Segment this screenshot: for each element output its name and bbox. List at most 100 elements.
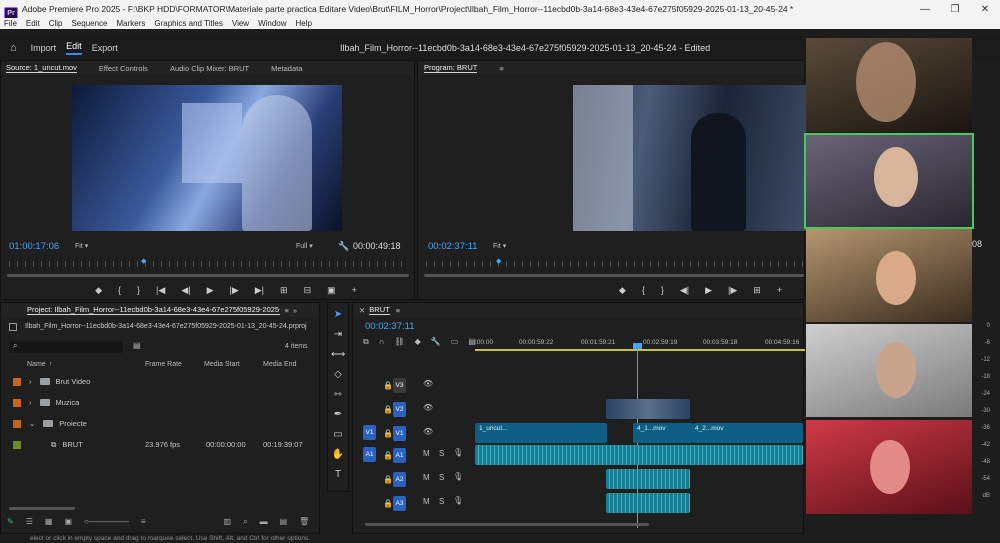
clip-a3[interactable]: [606, 493, 690, 513]
eye-icon[interactable]: 👁: [423, 427, 433, 436]
list-item[interactable]: › Brut Video: [1, 371, 321, 392]
zoom-slider[interactable]: ○—————: [84, 517, 129, 527]
mic-icon[interactable]: 🎙: [453, 448, 463, 457]
source-timecode[interactable]: 01:00:17:06: [9, 241, 59, 252]
type-icon[interactable]: T: [331, 469, 345, 483]
participant-tile-4[interactable]: [806, 324, 972, 417]
source-fit-dropdown[interactable]: Fit ▾: [75, 242, 88, 250]
program-step-forward-icon[interactable]: |▶: [728, 285, 737, 296]
add-marker-icon[interactable]: ◆: [415, 337, 421, 347]
source-video-frame[interactable]: [72, 85, 342, 231]
sort-icon[interactable]: ≡: [141, 517, 146, 527]
tab-source[interactable]: Source: 1_uncut.mov: [6, 63, 77, 73]
new-item-icon[interactable]: ▤: [280, 517, 288, 527]
new-bin-footer-icon[interactable]: ▬: [260, 517, 268, 527]
clip-v1-2[interactable]: 4_1...mov: [633, 423, 693, 443]
pen-icon[interactable]: ✒: [331, 409, 345, 423]
export-frame-icon[interactable]: ▣: [327, 285, 336, 296]
mic-icon[interactable]: 🎙: [453, 496, 463, 505]
menu-graphics[interactable]: Graphics and Titles: [154, 19, 222, 28]
menu-view[interactable]: View: [232, 19, 249, 28]
col-media-end[interactable]: Media End: [263, 361, 296, 368]
program-video-frame[interactable]: [573, 85, 806, 231]
source-patch-v1[interactable]: V1: [363, 425, 376, 440]
program-in-icon[interactable]: {: [642, 285, 645, 296]
menu-clip[interactable]: Clip: [49, 19, 63, 28]
tab-audio-mixer[interactable]: Audio Clip Mixer: BRUT: [170, 64, 249, 73]
project-search[interactable]: ⌕: [9, 341, 123, 353]
tab-import[interactable]: Import: [31, 43, 57, 53]
marker-icon[interactable]: ◆: [95, 285, 102, 296]
wrench-icon[interactable]: 🔧: [338, 241, 349, 252]
snap-icon[interactable]: ∩: [379, 337, 385, 347]
automate-icon[interactable]: ▥: [224, 517, 232, 527]
step-back-icon[interactable]: ◀|: [181, 285, 190, 296]
participant-tile-1[interactable]: [806, 38, 972, 132]
track-label-a3[interactable]: A3: [393, 496, 406, 511]
tab-sequence[interactable]: BRUT: [369, 305, 390, 315]
project-hscroll[interactable]: [9, 507, 75, 510]
tab-edit[interactable]: Edit: [66, 41, 82, 55]
overwrite-icon[interactable]: ⊟: [304, 285, 312, 296]
mic-icon[interactable]: 🎙: [453, 472, 463, 481]
chevron-right-icon[interactable]: ›: [29, 398, 32, 407]
go-to-in-icon[interactable]: |◀: [156, 285, 165, 296]
rectangle-icon[interactable]: ▭: [331, 429, 345, 443]
lock-icon[interactable]: 🔒: [383, 381, 393, 390]
expand-icon[interactable]: »: [293, 306, 297, 315]
col-media-start[interactable]: Media Start: [204, 361, 240, 368]
participant-tile-3[interactable]: [806, 229, 972, 322]
tab-effect-controls[interactable]: Effect Controls: [99, 64, 148, 73]
go-to-out-icon[interactable]: ▶|: [255, 285, 264, 296]
mute-button[interactable]: M: [423, 473, 430, 482]
lock-icon[interactable]: 🔒: [383, 429, 393, 438]
home-icon[interactable]: ⌂: [10, 42, 17, 54]
chevron-down-icon[interactable]: ⌄: [29, 419, 35, 428]
menu-file[interactable]: File: [4, 19, 17, 28]
lock-icon[interactable]: 🔒: [383, 451, 393, 460]
timeline-timecode[interactable]: 00:02:37:11: [365, 321, 414, 332]
program-play-icon[interactable]: ▶: [705, 285, 712, 296]
list-view-icon[interactable]: ☰: [26, 517, 33, 527]
program-add-icon[interactable]: +: [777, 285, 782, 296]
eye-icon[interactable]: 👁: [423, 403, 433, 412]
mute-button[interactable]: M: [423, 497, 430, 506]
col-frame-rate[interactable]: Frame Rate: [145, 361, 182, 368]
play-icon[interactable]: ▶: [207, 285, 214, 296]
menu-window[interactable]: Window: [258, 19, 286, 28]
eye-icon[interactable]: 👁: [423, 379, 433, 388]
sequence-menu-icon[interactable]: ≡: [396, 306, 400, 315]
timeline-hscroll[interactable]: [365, 523, 649, 526]
out-point-icon[interactable]: }: [137, 285, 140, 296]
participant-tile-2-active[interactable]: [804, 133, 974, 229]
icon-view-icon[interactable]: ▦: [45, 517, 53, 527]
in-point-icon[interactable]: {: [118, 285, 121, 296]
program-step-back-icon[interactable]: ◀|: [680, 285, 689, 296]
chevron-right-icon[interactable]: ›: [29, 377, 32, 386]
col-name[interactable]: Name: [27, 361, 46, 368]
tab-program[interactable]: Program: BRUT: [424, 63, 478, 73]
linked-icon[interactable]: ⛓: [394, 337, 404, 347]
maximize-icon[interactable]: ❐: [940, 0, 970, 20]
clip-v1-3[interactable]: 4_2...mov: [693, 423, 803, 443]
ripple-edit-icon[interactable]: ⟷: [331, 349, 345, 363]
program-out-icon[interactable]: }: [661, 285, 664, 296]
minimize-icon[interactable]: —: [910, 0, 940, 20]
add-button-icon[interactable]: +: [352, 285, 357, 296]
program-marker-icon[interactable]: ◆: [619, 285, 626, 296]
step-forward-icon[interactable]: |▶: [230, 285, 239, 296]
trash-icon[interactable]: 🗑: [299, 517, 309, 527]
clip-a1[interactable]: [475, 445, 803, 465]
track-select-icon[interactable]: ⇥: [331, 329, 345, 343]
tab-export[interactable]: Export: [92, 43, 118, 53]
close-icon[interactable]: ✕: [970, 0, 1000, 20]
program-timecode[interactable]: 00:02:37:11: [428, 241, 477, 252]
menu-edit[interactable]: Edit: [26, 19, 40, 28]
slip-icon[interactable]: ⇿: [331, 389, 345, 403]
solo-button[interactable]: S: [439, 473, 444, 482]
close-sequence-icon[interactable]: ✕: [359, 306, 365, 315]
program-fit-dropdown[interactable]: Fit ▾: [493, 242, 506, 250]
program-menu-icon[interactable]: ≡: [499, 64, 503, 73]
solo-button[interactable]: S: [439, 449, 444, 458]
nest-icon[interactable]: ⧉: [363, 337, 369, 347]
